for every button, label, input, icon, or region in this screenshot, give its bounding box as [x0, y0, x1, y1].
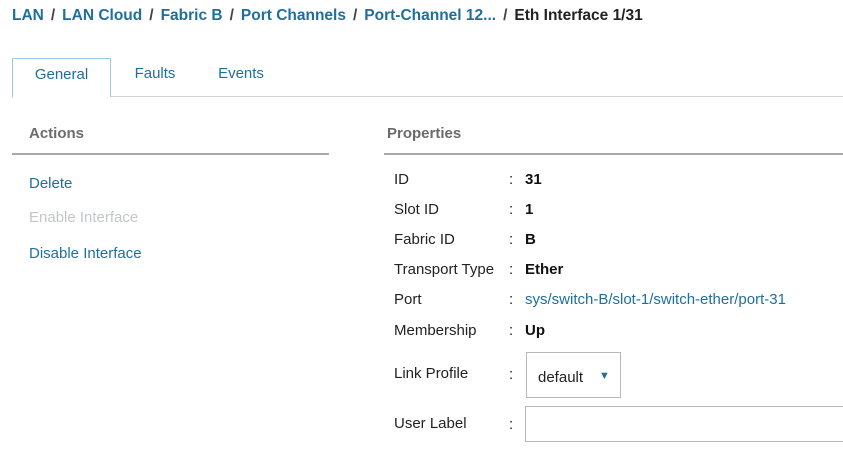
- actions-divider: [12, 153, 329, 155]
- fabric-id-label: Fabric ID: [394, 231, 455, 248]
- tab-faults[interactable]: Faults: [115, 58, 195, 96]
- delete-action-link[interactable]: Delete: [29, 175, 72, 192]
- breadcrumb-lan[interactable]: LAN: [12, 7, 44, 24]
- link-profile-select[interactable]: default ▼: [526, 352, 621, 398]
- breadcrumb: LAN / LAN Cloud / Fabric B / Port Channels / Por…: [12, 7, 643, 25]
- breadcrumb-separator: /: [352, 7, 358, 24]
- actions-title: Actions: [29, 125, 85, 142]
- disable-interface-action-link[interactable]: Disable Interface: [29, 245, 142, 262]
- slot-id-value: 1: [525, 201, 534, 218]
- membership-colon: :: [509, 322, 514, 339]
- breadcrumb-separator: /: [50, 7, 56, 24]
- breadcrumb-lan-cloud[interactable]: LAN Cloud: [62, 7, 142, 24]
- port-label: Port: [394, 291, 422, 308]
- enable-interface-action-link: Enable Interface: [29, 209, 139, 226]
- id-value: 31: [525, 171, 542, 188]
- fabric-id-value: B: [525, 231, 536, 248]
- tab-general[interactable]: General: [12, 58, 111, 97]
- tab-bar-divider: [12, 96, 843, 97]
- breadcrumb-separator: /: [149, 7, 154, 24]
- link-profile-colon: :: [509, 366, 514, 383]
- transport-type-label: Transport Type: [394, 261, 495, 278]
- transport-type-value: Ether: [525, 261, 564, 278]
- slot-id-label: Slot ID: [394, 201, 440, 218]
- user-label-label: User Label: [394, 415, 467, 432]
- breadcrumb-port-channels[interactable]: Port Channels: [241, 7, 346, 24]
- user-label-input[interactable]: [525, 406, 843, 442]
- id-colon: :: [509, 171, 514, 188]
- link-profile-label: Link Profile: [394, 365, 469, 382]
- breadcrumb-separator: /: [503, 7, 508, 24]
- user-label-colon: :: [509, 416, 514, 433]
- port-colon: :: [509, 291, 514, 308]
- breadcrumb-port-channel[interactable]: Port-Channel 12...: [364, 7, 496, 24]
- membership-label: Membership: [394, 322, 477, 339]
- dropdown-arrow-icon: ▼: [599, 370, 610, 382]
- breadcrumb-current: Eth Interface 1/31: [514, 7, 643, 24]
- transport-type-colon: :: [509, 261, 514, 278]
- breadcrumb-fabric-b[interactable]: Fabric B: [161, 7, 223, 24]
- properties-divider: [384, 153, 843, 155]
- tab-events[interactable]: Events: [200, 58, 282, 96]
- port-link[interactable]: sys/switch-B/slot-1/switch-ether/port-31: [525, 291, 786, 308]
- slot-id-colon: :: [509, 201, 514, 218]
- link-profile-selected-value: default: [538, 369, 584, 386]
- id-label: ID: [394, 171, 409, 188]
- properties-title: Properties: [387, 125, 462, 142]
- fabric-id-colon: :: [509, 231, 514, 248]
- breadcrumb-separator: /: [229, 7, 234, 24]
- membership-value: Up: [525, 322, 545, 339]
